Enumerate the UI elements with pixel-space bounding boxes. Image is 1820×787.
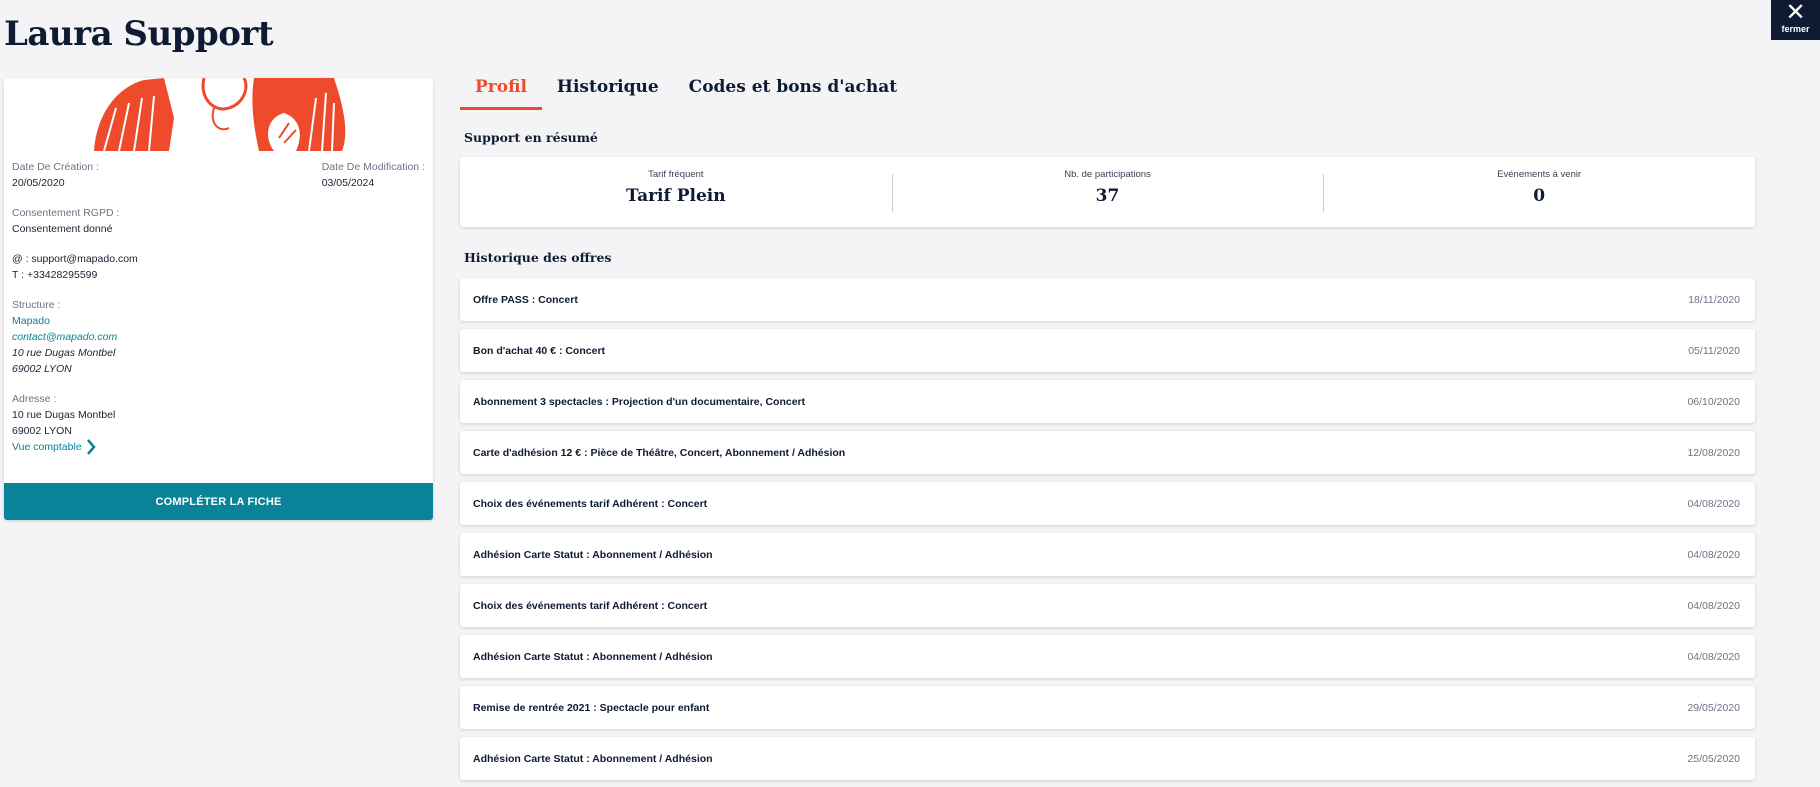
offer-date: 04/08/2020 (1687, 548, 1740, 561)
structure-name-link[interactable]: Mapado (12, 313, 425, 329)
offer-name: Remise de rentrée 2021 : Spectacle pour … (473, 701, 710, 714)
complete-profile-button[interactable]: COMPLÉTER LA FICHE (4, 483, 433, 520)
offer-name: Choix des événements tarif Adhérent : Co… (473, 599, 708, 612)
profile-banner-image (4, 78, 433, 151)
offer-date: 06/10/2020 (1687, 395, 1740, 408)
stat-upcoming-events: Evénements à venir 0 (1323, 157, 1755, 227)
offer-date: 04/08/2020 (1687, 497, 1740, 510)
summary-card: Tarif fréquent Tarif Plein Nb. de partic… (460, 157, 1755, 227)
tab-codes-bons-achat[interactable]: Codes et bons d'achat (674, 77, 912, 110)
accounting-view-link[interactable]: Vue comptable (12, 439, 96, 455)
stat-participations: Nb. de participations 37 (891, 157, 1324, 227)
address-street: 10 rue Dugas Montbel (12, 409, 116, 421)
close-icon: ✕ (1785, 0, 1806, 26)
tab-profil[interactable]: Profil (460, 77, 542, 110)
stat-value: 37 (1095, 186, 1120, 206)
offer-name: Adhésion Carte Statut : Abonnement / Adh… (473, 650, 713, 663)
offer-date: 04/08/2020 (1687, 599, 1740, 612)
gdpr-value: Consentement donné (12, 223, 113, 235)
creation-date-label: Date De Création : (12, 161, 99, 173)
offer-name: Offre PASS : Concert (473, 293, 578, 306)
chevron-right-icon (86, 439, 96, 455)
offer-name: Adhésion Carte Statut : Abonnement / Adh… (473, 548, 713, 561)
gdpr-label: Consentement RGPD : (12, 207, 120, 219)
modification-date-value: 03/05/2024 (321, 177, 375, 189)
offer-row[interactable]: Remise de rentrée 2021 : Spectacle pour … (460, 686, 1755, 729)
stat-label: Nb. de participations (1064, 169, 1151, 180)
offer-name: Choix des événements tarif Adhérent : Co… (473, 497, 708, 510)
tab-bar: Profil Historique Codes et bons d'achat (460, 77, 912, 110)
offer-row[interactable]: Carte d'adhésion 12 € : Pièce de Théâtre… (460, 431, 1755, 474)
summary-section-title: Support en résumé (464, 130, 598, 145)
offer-name: Adhésion Carte Statut : Abonnement / Adh… (473, 752, 713, 765)
stat-label: Tarif fréquent (648, 169, 704, 180)
tab-historique[interactable]: Historique (542, 77, 674, 110)
profile-card: Date De Création : 20/05/2020 Date De Mo… (4, 78, 433, 520)
stat-value: Tarif Plein (626, 186, 726, 206)
structure-street: 10 rue Dugas Montbel (12, 347, 116, 359)
offer-date: 25/05/2020 (1687, 752, 1740, 765)
email-line: @ : support@mapado.com (12, 253, 138, 265)
offer-row[interactable]: Adhésion Carte Statut : Abonnement / Adh… (460, 635, 1755, 678)
offer-date: 05/11/2020 (1688, 344, 1740, 357)
offer-date: 04/08/2020 (1687, 650, 1740, 663)
creation-date-value: 20/05/2020 (12, 177, 65, 189)
offer-row[interactable]: Choix des événements tarif Adhérent : Co… (460, 482, 1755, 525)
address-city: 69002 LYON (12, 425, 72, 437)
page-title: Laura Support (4, 14, 274, 54)
offer-date: 12/08/2020 (1687, 446, 1740, 459)
offers-section-title: Historique des offres (464, 250, 612, 265)
offers-list: Offre PASS : Concert 18/11/2020 Bon d'ach… (460, 278, 1755, 787)
offer-name: Abonnement 3 spectacles : Projection d'u… (473, 395, 806, 408)
offer-row[interactable]: Adhésion Carte Statut : Abonnement / Adh… (460, 737, 1755, 780)
stat-label: Evénements à venir (1497, 169, 1582, 180)
offer-row[interactable]: Choix des événements tarif Adhérent : Co… (460, 584, 1755, 627)
offer-row[interactable]: Bon d'achat 40 € : Concert 05/11/2020 (460, 329, 1755, 372)
accounting-view-label: Vue comptable (12, 441, 82, 453)
stat-frequent-rate: Tarif fréquent Tarif Plein (460, 157, 892, 227)
phone-line: T : +33428295599 (12, 269, 98, 281)
offer-row[interactable]: Offre PASS : Concert 18/11/2020 (460, 278, 1755, 321)
offer-row[interactable]: Adhésion Carte Statut : Abonnement / Adh… (460, 533, 1755, 576)
close-button[interactable]: ✕ fermer (1771, 0, 1820, 40)
structure-email-link[interactable]: contact@mapado.com (12, 329, 425, 345)
stat-value: 0 (1533, 186, 1546, 206)
close-label: fermer (1781, 24, 1810, 34)
offer-name: Carte d'adhésion 12 € : Pièce de Théâtre… (473, 446, 846, 459)
offer-date: 29/05/2020 (1687, 701, 1740, 714)
address-label: Adresse : (12, 393, 57, 405)
structure-city: 69002 LYON (12, 363, 72, 375)
offer-date: 18/11/2020 (1688, 293, 1740, 306)
offer-name: Bon d'achat 40 € : Concert (473, 344, 606, 357)
structure-label: Structure : (12, 299, 61, 311)
offer-row[interactable]: Abonnement 3 spectacles : Projection d'u… (460, 380, 1755, 423)
modification-date-label: Date De Modification : (321, 161, 425, 173)
